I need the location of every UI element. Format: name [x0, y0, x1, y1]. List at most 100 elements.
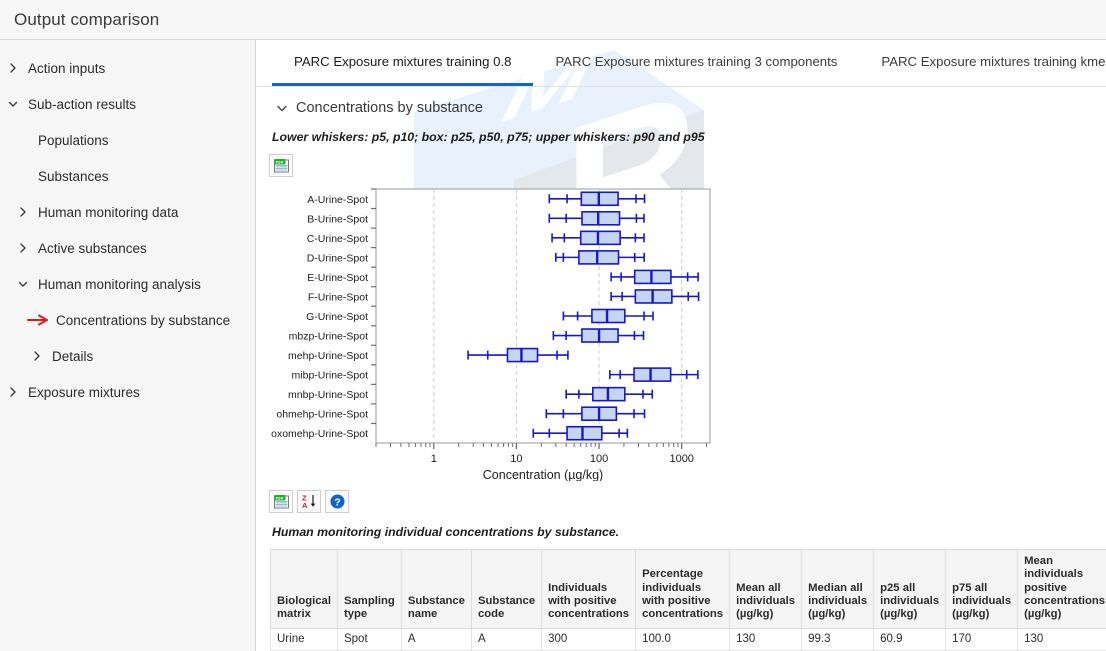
- sidebar-item-label: Exposure mixtures: [26, 385, 140, 400]
- table-column-header[interactable]: Median all individuals (µg/kg): [802, 550, 874, 629]
- y-axis-tick-label: C-Urine-Spot: [307, 233, 368, 245]
- help-icon[interactable]: ?: [325, 490, 349, 513]
- svg-text:?: ?: [334, 496, 340, 508]
- box: [581, 231, 620, 244]
- sidebar: Action inputs Sub-action results Populat…: [0, 40, 256, 651]
- sidebar-item-concentrations-by-substance[interactable]: Concentrations by substance: [0, 302, 255, 338]
- y-axis-tick-label: mehp-Urine-Spot: [288, 350, 368, 362]
- section-header[interactable]: Concentrations by substance: [268, 100, 1106, 116]
- table-column-header[interactable]: Substance name: [401, 550, 471, 629]
- table-cell: Spot: [337, 628, 401, 650]
- box: [567, 427, 602, 440]
- boxplot-chart: 1101001000Concentration (µg/kg)A-Urine-S…: [258, 183, 1106, 486]
- app-header: Output comparison: [0, 0, 1106, 40]
- sidebar-item-populations[interactable]: Populations: [0, 122, 255, 158]
- y-axis-tick-label: mibp-Urine-Spot: [292, 370, 369, 382]
- box: [634, 368, 671, 381]
- x-axis-title: Concentration (µg/kg): [483, 468, 603, 481]
- data-table-container[interactable]: Biological matrixSampling typeSubstance …: [270, 549, 1106, 651]
- sidebar-item-human-monitoring-data[interactable]: Human monitoring data: [0, 194, 255, 230]
- y-axis-tick-label: B-Urine-Spot: [307, 213, 368, 225]
- table-column-header[interactable]: Individuals with positive concentrations: [542, 550, 636, 629]
- table-cell: 300: [542, 628, 636, 650]
- sidebar-item-action-inputs[interactable]: Action inputs: [0, 50, 255, 86]
- app-root: Output comparison Action inputs Sub-acti…: [0, 0, 1106, 651]
- tab-label: PARC Exposure mixtures training 0.8: [294, 54, 511, 69]
- x-axis-tick-label: 10: [510, 453, 522, 465]
- y-axis-tick-label: mnbp-Urine-Spot: [288, 389, 368, 401]
- boxplot-svg: 1101001000Concentration (µg/kg)A-Urine-S…: [258, 183, 728, 481]
- sidebar-item-label: Details: [50, 349, 93, 364]
- chevron-right-icon[interactable]: [0, 386, 26, 398]
- page-title: Output comparison: [14, 10, 159, 30]
- table-head: Biological matrixSampling typeSubstance …: [271, 550, 1106, 629]
- box: [635, 270, 671, 283]
- table-column-header[interactable]: Biological matrix: [271, 550, 338, 629]
- table-column-header[interactable]: Percentage individuals with positive con…: [636, 550, 730, 629]
- y-axis-tick-label: D-Urine-Spot: [307, 252, 368, 264]
- export-csv-icon[interactable]: csv: [269, 154, 293, 177]
- sidebar-item-details[interactable]: Details: [0, 338, 255, 374]
- sidebar-item-human-monitoring-analysis[interactable]: Human monitoring analysis: [0, 266, 255, 302]
- x-axis-tick-label: 100: [590, 453, 608, 465]
- sidebar-item-label: Human monitoring analysis: [36, 277, 201, 292]
- plot-area: [376, 189, 710, 443]
- y-axis-tick-label: A-Urine-Spot: [307, 194, 368, 206]
- table-column-header[interactable]: Mean individuals positive concentrations…: [1018, 550, 1106, 629]
- data-table: Biological matrixSampling typeSubstance …: [270, 549, 1106, 651]
- table-column-header[interactable]: Substance code: [471, 550, 541, 629]
- chart-toolbar: csv: [269, 154, 1106, 177]
- y-axis-tick-label: F-Urine-Spot: [308, 291, 368, 303]
- body-split: Action inputs Sub-action results Populat…: [0, 40, 1106, 651]
- sidebar-item-exposure-mixtures[interactable]: Exposure mixtures: [0, 374, 255, 410]
- table-column-header[interactable]: Mean all individuals (µg/kg): [730, 550, 802, 629]
- table-column-header[interactable]: p25 all individuals (µg/kg): [874, 550, 946, 629]
- chevron-down-icon[interactable]: [268, 101, 296, 115]
- table-cell: A: [401, 628, 471, 650]
- section-title: Concentrations by substance: [296, 100, 483, 116]
- chevron-down-icon[interactable]: [0, 98, 26, 110]
- svg-text:csv: csv: [275, 159, 283, 164]
- table-cell: Urine: [271, 628, 338, 650]
- main-content: M C R PARC Exposure mixtures training 0.…: [256, 40, 1106, 651]
- table-cell: 99.3: [802, 628, 874, 650]
- table-column-header[interactable]: Sampling type: [337, 550, 401, 629]
- y-axis-tick-label: mbzp-Urine-Spot: [289, 331, 368, 343]
- sidebar-item-label: Human monitoring data: [36, 205, 178, 220]
- chart-caption: Lower whiskers: p5, p10; box: p25, p50, …: [272, 130, 1106, 144]
- sidebar-item-label: Substances: [36, 169, 109, 184]
- sidebar-item-label: Sub-action results: [26, 97, 136, 112]
- sidebar-item-active-substances[interactable]: Active substances: [0, 230, 255, 266]
- table-body: UrineSpotAA300100.013099.360.917013099.3…: [271, 628, 1106, 651]
- export-csv-icon[interactable]: csv: [269, 490, 293, 513]
- svg-text:A: A: [302, 501, 308, 510]
- tab-parc-3-components[interactable]: PARC Exposure mixtures training 3 compon…: [533, 40, 859, 86]
- sidebar-item-label: Active substances: [36, 241, 147, 256]
- box: [582, 212, 620, 225]
- chevron-down-icon[interactable]: [10, 278, 36, 290]
- tab-parc-0-8[interactable]: PARC Exposure mixtures training 0.8: [272, 40, 533, 86]
- y-axis-tick-label: oxomehp-Urine-Spot: [271, 428, 368, 440]
- sidebar-item-substances[interactable]: Substances: [0, 158, 255, 194]
- svg-text:csv: csv: [275, 495, 283, 500]
- sort-za-icon[interactable]: Z A: [297, 490, 321, 513]
- tab-bar: PARC Exposure mixtures training 0.8 PARC…: [256, 40, 1106, 87]
- sidebar-item-sub-action-results[interactable]: Sub-action results: [0, 86, 255, 122]
- table-toolbar: csv Z A ?: [269, 490, 1106, 513]
- table-header-row: Biological matrixSampling typeSubstance …: [271, 550, 1106, 629]
- table-column-header[interactable]: p75 all individuals (µg/kg): [946, 550, 1018, 629]
- table-caption: Human monitoring individual concentratio…: [272, 525, 1106, 539]
- chevron-right-icon[interactable]: [10, 206, 36, 218]
- y-axis-tick-label: ohmehp-Urine-Spot: [276, 409, 368, 421]
- sidebar-item-label: Concentrations by substance: [54, 313, 230, 328]
- table-cell: 130: [1018, 628, 1106, 650]
- tab-parc-kmeans[interactable]: PARC Exposure mixtures training kmeans: [859, 40, 1106, 86]
- table-cell: 170: [946, 628, 1018, 650]
- tab-label: PARC Exposure mixtures training 3 compon…: [555, 54, 837, 69]
- table-row[interactable]: UrineSpotAA300100.013099.360.917013099.3…: [271, 628, 1106, 650]
- chevron-right-icon[interactable]: [10, 242, 36, 254]
- sidebar-item-label: Action inputs: [26, 61, 105, 76]
- chevron-right-icon[interactable]: [0, 62, 26, 74]
- table-cell: 100.0: [636, 628, 730, 650]
- chevron-right-icon[interactable]: [24, 350, 50, 362]
